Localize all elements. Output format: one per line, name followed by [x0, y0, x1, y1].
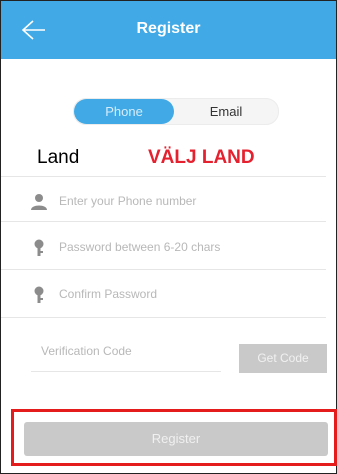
tab-phone[interactable]: Phone [74, 99, 174, 124]
country-selector[interactable]: Land VÄLJ LAND [1, 147, 336, 175]
phone-field[interactable]: Enter your Phone number [1, 187, 336, 217]
phone-input[interactable]: Enter your Phone number [59, 194, 196, 208]
divider [1, 317, 326, 318]
verification-underline [31, 371, 221, 372]
country-value[interactable]: VÄLJ LAND [148, 147, 255, 169]
password-input[interactable]: Password between 6-20 chars [59, 240, 220, 254]
key-icon [34, 286, 44, 303]
confirm-password-input[interactable]: Confirm Password [59, 287, 157, 301]
register-button[interactable]: Register [24, 422, 328, 456]
register-type-toggle: Phone Email [73, 98, 279, 125]
divider [1, 176, 326, 177]
password-field[interactable]: Password between 6-20 chars [1, 233, 336, 263]
get-code-button[interactable]: Get Code [239, 344, 327, 373]
key-icon [34, 239, 44, 256]
person-icon [31, 194, 47, 210]
divider [1, 221, 326, 222]
country-label: Land [37, 147, 80, 168]
confirm-password-field[interactable]: Confirm Password [1, 280, 336, 310]
header-bar: Register [1, 1, 336, 59]
tab-email[interactable]: Email [174, 99, 278, 124]
divider [1, 269, 326, 270]
verification-code-input[interactable]: Verification Code [41, 344, 132, 358]
app-screen: Register Phone Email Land VÄLJ LAND Ente… [0, 0, 337, 474]
page-title: Register [136, 20, 201, 37]
